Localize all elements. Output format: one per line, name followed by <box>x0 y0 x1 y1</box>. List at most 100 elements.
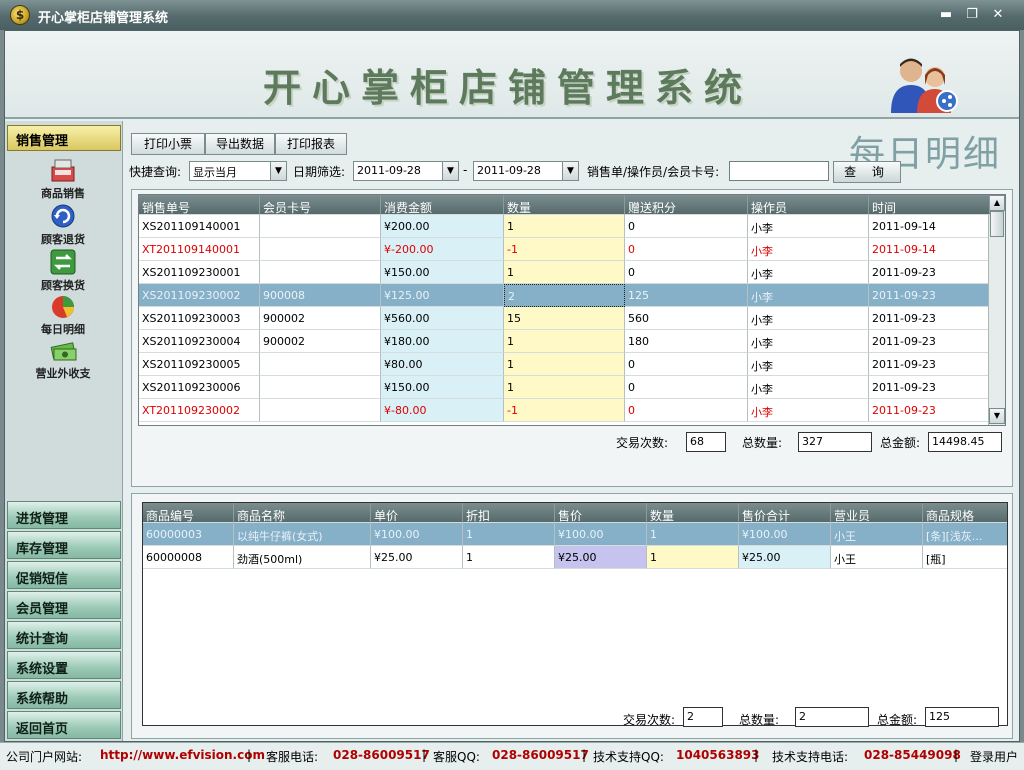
sales-amount-field: 14498.45 <box>928 432 1002 452</box>
detail-panel: 商品编号 商品名称 单价 折扣 售价 数量 售价合计 营业员 商品规格 60000003 以纯牛仔裤… <box>131 493 1013 739</box>
menu-inventory[interactable]: 库存管理 <box>7 531 121 559</box>
brand-title: 开心掌柜店铺管理系统 <box>263 65 754 110</box>
quick-query-value: 显示当月 <box>193 166 237 179</box>
minimize-button[interactable]: ▬ <box>938 8 954 22</box>
tech-qq-value: 1040563893 <box>676 748 760 762</box>
search-input[interactable] <box>729 161 829 181</box>
export-data-button[interactable]: 导出数据 <box>205 133 275 155</box>
menu-purchase[interactable]: 进货管理 <box>7 501 121 529</box>
column-header-time[interactable]: 时间 <box>869 195 990 215</box>
table-cell-sale-id: XT201109230002 <box>139 399 260 422</box>
sidebar-item-customer-return[interactable]: 顾客退货 <box>15 203 111 247</box>
sidebar-item-product-sales[interactable]: 商品销售 <box>15 157 111 201</box>
date-filter-label: 日期筛选: <box>293 165 346 179</box>
column-header-points[interactable]: 赠送积分 <box>625 195 748 215</box>
date-to-picker[interactable]: 2011-09-28 ▼ <box>473 161 579 181</box>
query-button[interactable]: 查 询 <box>833 161 901 183</box>
title-bar: $ 开心掌柜店铺管理系统 ▬ ❐ ✕ <box>0 0 1024 30</box>
table-cell-unit-price: ¥25.00 <box>371 546 463 569</box>
menu-statistics[interactable]: 统计查询 <box>7 621 121 649</box>
login-user-label: 登录用户 <box>970 750 1019 764</box>
menu-help[interactable]: 系统帮助 <box>7 681 121 709</box>
table-cell-operator: 小李 <box>748 353 869 376</box>
column-header-discount[interactable]: 折扣 <box>463 503 555 523</box>
sidebar-header-sales[interactable]: 销售管理 <box>7 125 121 151</box>
table-cell-operator: 小李 <box>748 215 869 238</box>
print-receipt-button[interactable]: 打印小票 <box>131 133 205 155</box>
phone-value: 028-86009517 <box>333 748 430 762</box>
table-cell-amount: ¥560.00 <box>381 307 504 330</box>
table-cell-sale-id: XS201109230003 <box>139 307 260 330</box>
content-area: 打印小票 导出数据 打印报表 每日明细 快捷查询: 显示当月 ▼ 日期筛选: 2… <box>125 121 1019 741</box>
column-header-quantity[interactable]: 数量 <box>647 503 739 523</box>
scroll-thumb[interactable] <box>990 211 1004 237</box>
table-cell-operator: 小李 <box>748 330 869 353</box>
table-cell-discount: 1 <box>463 546 555 569</box>
table-cell-member-card <box>260 261 381 284</box>
chevron-down-icon[interactable]: ▼ <box>562 162 578 180</box>
menu-home[interactable]: 返回首页 <box>7 711 121 739</box>
sales-count-field: 68 <box>686 432 726 452</box>
users-icon <box>891 58 958 113</box>
sidebar-item-customer-exchange[interactable]: 顾客换货 <box>15 249 111 293</box>
column-header-unit-price[interactable]: 单价 <box>371 503 463 523</box>
column-header-amount[interactable]: 消费金额 <box>381 195 504 215</box>
phone-label: 客服电话: <box>266 750 319 764</box>
table-cell-unit-price: ¥100.00 <box>371 523 463 546</box>
app-logo-icon: $ <box>10 5 30 25</box>
table-cell-member-card <box>260 376 381 399</box>
table-cell-points: 0 <box>625 353 748 376</box>
column-header-subtotal[interactable]: 售价合计 <box>739 503 831 523</box>
date-from-picker[interactable]: 2011-09-28 ▼ <box>353 161 459 181</box>
detail-table[interactable]: 商品编号 商品名称 单价 折扣 售价 数量 售价合计 营业员 商品规格 60000003 以纯牛仔裤… <box>142 502 1008 726</box>
sidebar-item-label: 顾客换货 <box>41 279 85 292</box>
chevron-down-icon[interactable]: ▼ <box>442 162 458 180</box>
chevron-down-icon[interactable]: ▼ <box>270 162 286 180</box>
table-cell-quantity: 1 <box>647 546 739 569</box>
sidebar-item-label: 每日明细 <box>41 323 85 336</box>
column-header-sale-id[interactable]: 销售单号 <box>139 195 260 215</box>
column-header-salesperson[interactable]: 营业员 <box>831 503 923 523</box>
sales-count-label: 交易次数: <box>616 436 669 450</box>
tech-phone-value: 028-85449098 <box>864 748 961 762</box>
close-button[interactable]: ✕ <box>990 8 1006 22</box>
menu-settings[interactable]: 系统设置 <box>7 651 121 679</box>
table-cell-sale-id: XS201109230004 <box>139 330 260 353</box>
table-cell-member-card <box>260 238 381 261</box>
sales-amount-label: 总金额: <box>880 436 921 450</box>
detail-qty-field: 2 <box>795 707 869 727</box>
date-to-value: 2011-09-28 <box>477 164 541 177</box>
column-header-product-id[interactable]: 商品编号 <box>143 503 234 523</box>
table-cell-member-card <box>260 399 381 422</box>
table-cell-operator: 小李 <box>748 261 869 284</box>
column-header-spec[interactable]: 商品规格 <box>923 503 1007 523</box>
table-cell-operator: 小李 <box>748 284 869 307</box>
site-link[interactable]: http://www.efvision.com <box>100 748 265 762</box>
table-cell-subtotal: ¥25.00 <box>739 546 831 569</box>
table-cell-member-card <box>260 215 381 238</box>
table-cell-sale-id: XS201109230005 <box>139 353 260 376</box>
table-cell-time: 2011-09-14 <box>869 238 990 261</box>
maximize-button[interactable]: ❐ <box>964 8 980 22</box>
sales-scrollbar[interactable]: ▲ ▼ <box>988 195 1005 425</box>
print-report-button[interactable]: 打印报表 <box>275 133 347 155</box>
exchange-icon <box>50 249 76 275</box>
table-cell-points: 0 <box>625 376 748 399</box>
scroll-up-icon[interactable]: ▲ <box>989 195 1005 211</box>
quick-query-select[interactable]: 显示当月 ▼ <box>189 161 287 181</box>
sales-table[interactable]: XS201109140001 ¥200.00 1 0 小李 2011-09-14 XT201… <box>138 194 1006 426</box>
scroll-down-icon[interactable]: ▼ <box>989 408 1005 424</box>
menu-promo-sms[interactable]: 促销短信 <box>7 561 121 589</box>
column-header-quantity[interactable]: 数量 <box>504 195 625 215</box>
column-header-member-card[interactable]: 会员卡号 <box>260 195 381 215</box>
column-header-sale-price[interactable]: 售价 <box>555 503 647 523</box>
qq-value: 028-86009517 <box>492 748 589 762</box>
menu-members[interactable]: 会员管理 <box>7 591 121 619</box>
divider: | <box>954 748 959 762</box>
sidebar-item-other-income[interactable]: 营业外收支 <box>15 337 111 381</box>
banner: 开心掌柜店铺管理系统 <box>5 31 1019 119</box>
date-from-value: 2011-09-28 <box>357 164 421 177</box>
sidebar-item-daily-detail[interactable]: 每日明细 <box>15 293 111 337</box>
column-header-operator[interactable]: 操作员 <box>748 195 869 215</box>
column-header-product-name[interactable]: 商品名称 <box>234 503 371 523</box>
